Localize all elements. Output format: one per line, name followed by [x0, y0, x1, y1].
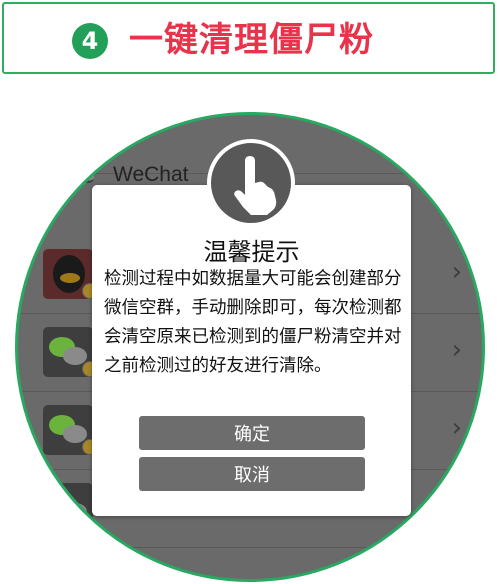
dialog-title: 温馨提示 [203, 238, 300, 266]
hand-pointer-icon [207, 139, 295, 227]
chevron-right-icon: › [451, 335, 462, 365]
chevron-right-icon: › [451, 413, 462, 443]
wechat-avatar [54, 143, 94, 183]
dialog-message: 检测过程中如数据量大可能会创建部分微信空群，手动删除即可，每次检测都会清空原来已… [104, 269, 402, 376]
step-number-badge: 4 [72, 23, 108, 59]
banner-title: 一键清理僵尸粉 [129, 20, 374, 60]
chevron-right-icon: › [451, 257, 462, 287]
confirm-button[interactable]: 确定 [139, 416, 365, 450]
tip-dialog: 温馨提示 检测过程中如数据量大可能会创建部分微信空群，手动删除即可，每次检测都会… [92, 185, 411, 516]
header-banner: 4 一键清理僵尸粉 [2, 2, 495, 74]
list-item-label: WeChat [113, 163, 189, 186]
cancel-button[interactable]: 取消 [139, 457, 365, 491]
wechat-avatar [43, 483, 93, 533]
